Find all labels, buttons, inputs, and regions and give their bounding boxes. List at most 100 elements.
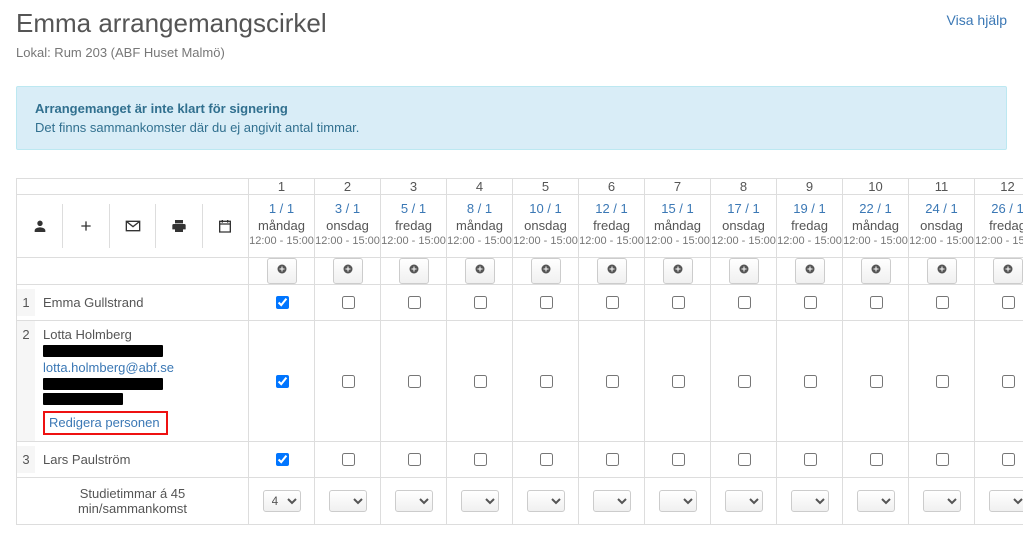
attendance-checkbox[interactable]: [936, 296, 949, 309]
add-session-button[interactable]: [993, 258, 1023, 284]
attendance-checkbox[interactable]: [870, 453, 883, 466]
session-day: onsdag: [513, 218, 578, 235]
attendance-checkbox[interactable]: [672, 453, 685, 466]
session-date: 12 / 1: [579, 199, 644, 218]
study-hours-select[interactable]: 4: [659, 490, 697, 512]
attendance-checkbox[interactable]: [276, 296, 289, 309]
session-day: fredag: [579, 218, 644, 235]
attendance-checkbox[interactable]: [474, 296, 487, 309]
attendance-checkbox[interactable]: [606, 453, 619, 466]
person-name[interactable]: Lotta Holmberg: [43, 327, 240, 342]
attendance-cell: [381, 442, 447, 478]
add-session-button[interactable]: [267, 258, 297, 284]
attendance-checkbox[interactable]: [408, 375, 421, 388]
person-button[interactable]: [17, 204, 63, 248]
attendance-checkbox[interactable]: [474, 453, 487, 466]
attendance-checkbox[interactable]: [276, 453, 289, 466]
attendance-checkbox[interactable]: [672, 375, 685, 388]
study-hours-select[interactable]: 4: [527, 490, 565, 512]
attendance-checkbox[interactable]: [474, 375, 487, 388]
study-hours-select[interactable]: 4: [791, 490, 829, 512]
attendance-checkbox[interactable]: [738, 375, 751, 388]
mail-button[interactable]: [110, 204, 156, 248]
attendance-checkbox[interactable]: [540, 375, 553, 388]
add-session-button[interactable]: [729, 258, 759, 284]
session-header[interactable]: 12 / 1 fredag 12:00 - 15:00: [579, 195, 645, 258]
attendance-checkbox[interactable]: [606, 296, 619, 309]
study-hours-select[interactable]: 4: [329, 490, 367, 512]
study-hours-select[interactable]: 4: [395, 490, 433, 512]
person-email[interactable]: lotta.holmberg@abf.se: [43, 360, 240, 375]
attendance-checkbox[interactable]: [738, 296, 751, 309]
attendance-checkbox[interactable]: [870, 375, 883, 388]
attendance-checkbox[interactable]: [276, 375, 289, 388]
study-hours-cell: 4: [579, 478, 645, 525]
attendance-checkbox[interactable]: [408, 453, 421, 466]
blank-cell: [17, 258, 249, 285]
session-header[interactable]: 8 / 1 måndag 12:00 - 15:00: [447, 195, 513, 258]
attendance-checkbox[interactable]: [936, 453, 949, 466]
attendance-checkbox[interactable]: [540, 296, 553, 309]
attendance-checkbox[interactable]: [342, 375, 355, 388]
attendance-checkbox[interactable]: [342, 453, 355, 466]
study-hours-select[interactable]: 4: [725, 490, 763, 512]
attendance-checkbox[interactable]: [540, 453, 553, 466]
session-header[interactable]: 24 / 1 onsdag 12:00 - 15:00: [909, 195, 975, 258]
add-button[interactable]: [63, 204, 109, 248]
attendance-checkbox[interactable]: [1002, 375, 1015, 388]
attendance-checkbox[interactable]: [408, 296, 421, 309]
session-header[interactable]: 26 / 1 fredag 12:00 - 15:00: [975, 195, 1023, 258]
attendance-checkbox[interactable]: [870, 296, 883, 309]
page-title: Emma arrangemangscirkel: [16, 8, 327, 39]
print-button[interactable]: [156, 204, 202, 248]
attendance-checkbox[interactable]: [738, 453, 751, 466]
session-header[interactable]: 1 / 1 måndag 12:00 - 15:00: [249, 195, 315, 258]
session-header[interactable]: 15 / 1 måndag 12:00 - 15:00: [645, 195, 711, 258]
attendance-checkbox[interactable]: [1002, 453, 1015, 466]
add-session-button[interactable]: [927, 258, 957, 284]
add-session-button[interactable]: [465, 258, 495, 284]
attendance-checkbox[interactable]: [936, 375, 949, 388]
attendance-cell: [447, 321, 513, 442]
attendance-checkbox[interactable]: [804, 296, 817, 309]
study-hours-select[interactable]: 4: [923, 490, 961, 512]
study-hours-select[interactable]: 4: [461, 490, 499, 512]
add-session-button[interactable]: [399, 258, 429, 284]
add-session-button[interactable]: [861, 258, 891, 284]
person-name[interactable]: Lars Paulström: [43, 452, 130, 467]
attendance-checkbox[interactable]: [606, 375, 619, 388]
calendar-button[interactable]: [203, 204, 248, 248]
add-session-button[interactable]: [795, 258, 825, 284]
session-header[interactable]: 17 / 1 onsdag 12:00 - 15:00: [711, 195, 777, 258]
attendance-checkbox[interactable]: [1002, 296, 1015, 309]
study-hours-select[interactable]: 4: [857, 490, 895, 512]
edit-person-link[interactable]: Redigera personen: [43, 411, 168, 435]
person-name[interactable]: Emma Gullstrand: [43, 295, 143, 310]
session-header[interactable]: 3 / 1 onsdag 12:00 - 15:00: [315, 195, 381, 258]
study-hours-select[interactable]: 4: [263, 490, 301, 512]
add-session-button[interactable]: [531, 258, 561, 284]
add-session-cell: [513, 258, 579, 285]
session-time: 12:00 - 15:00: [711, 235, 776, 253]
session-day: måndag: [843, 218, 908, 235]
session-time: 12:00 - 15:00: [645, 235, 710, 253]
page-subtitle: Lokal: Rum 203 (ABF Huset Malmö): [16, 45, 327, 60]
study-hours-select[interactable]: 4: [593, 490, 631, 512]
help-link[interactable]: Visa hjälp: [947, 12, 1007, 28]
session-header[interactable]: 19 / 1 fredag 12:00 - 15:00: [777, 195, 843, 258]
session-header[interactable]: 22 / 1 måndag 12:00 - 15:00: [843, 195, 909, 258]
attendance-checkbox[interactable]: [672, 296, 685, 309]
add-session-button[interactable]: [597, 258, 627, 284]
add-session-button[interactable]: [663, 258, 693, 284]
attendance-cell: [843, 442, 909, 478]
attendance-checkbox[interactable]: [804, 375, 817, 388]
session-header[interactable]: 5 / 1 fredag 12:00 - 15:00: [381, 195, 447, 258]
attendance-checkbox[interactable]: [804, 453, 817, 466]
add-session-cell: [315, 258, 381, 285]
add-session-button[interactable]: [333, 258, 363, 284]
study-hours-select[interactable]: 4: [989, 490, 1023, 512]
person-number: 2: [17, 321, 35, 441]
study-hours-cell: 4: [645, 478, 711, 525]
session-header[interactable]: 10 / 1 onsdag 12:00 - 15:00: [513, 195, 579, 258]
attendance-checkbox[interactable]: [342, 296, 355, 309]
